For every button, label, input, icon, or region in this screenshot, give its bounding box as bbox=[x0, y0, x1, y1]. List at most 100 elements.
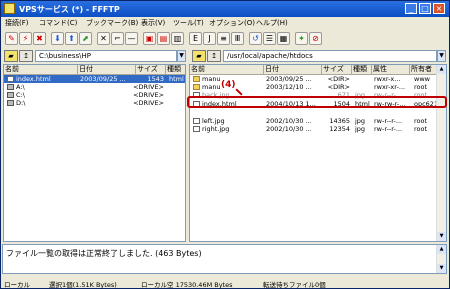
remote-up-icon[interactable]: ↥ bbox=[207, 50, 221, 62]
file-date: 2003/09/25 ... bbox=[80, 75, 126, 83]
local-file-list[interactable]: 名前 日付 サイズ 種類 index.html 2003/09/25 ... 1… bbox=[3, 64, 186, 242]
cut-icon[interactable]: ▣ bbox=[143, 32, 156, 45]
connect-icon[interactable]: ✎ bbox=[5, 32, 18, 45]
window-title: VPSサービス (*) - FFFTP bbox=[19, 5, 120, 14]
remote-path-input[interactable]: /usr/local/apache/htdocs bbox=[223, 50, 437, 62]
close-button[interactable]: × bbox=[433, 3, 445, 14]
remote-scrollbar[interactable]: ▲ ▼ bbox=[436, 65, 446, 241]
chevron-down-icon[interactable]: ▼ bbox=[177, 50, 186, 62]
minimize-button[interactable]: _ bbox=[405, 3, 417, 14]
file-size: 1543 bbox=[147, 75, 164, 83]
col-type[interactable]: 種類 bbox=[166, 65, 185, 74]
scroll-down-icon[interactable]: ▼ bbox=[437, 232, 446, 241]
menu-command[interactable]: コマンド(C) bbox=[39, 18, 77, 28]
log-scrollbar[interactable]: ▲ ▼ bbox=[436, 245, 446, 273]
app-window: VPSサービス (*) - FFFTP _ □ × 接続(F) コマンド(C) … bbox=[0, 0, 450, 289]
convert-icon[interactable]: ≡ bbox=[217, 32, 230, 45]
menu-options[interactable]: オプション(O) bbox=[209, 18, 255, 28]
list-item[interactable]: left.jpg 2002/10/30 ... 14365 jpg rw-r--… bbox=[190, 117, 446, 125]
file-name: index.html bbox=[16, 75, 51, 83]
file-attr: rw-r--r-... bbox=[374, 117, 403, 125]
col-size[interactable]: サイズ bbox=[136, 65, 166, 74]
menu-connect[interactable]: 接続(F) bbox=[5, 18, 29, 28]
file-name: left.jpg bbox=[202, 117, 225, 125]
file-type: html bbox=[169, 75, 184, 83]
remote-list-header: 名前 日付 サイズ 種類 属性 所有者 bbox=[190, 65, 446, 75]
menu-help[interactable]: ヘルプ(H) bbox=[256, 18, 288, 28]
rename-icon[interactable]: ⌐ bbox=[111, 32, 124, 45]
remote-path-row: ▰ ↥ /usr/local/apache/htdocs ▼ bbox=[192, 50, 446, 62]
paste-icon[interactable]: ▥ bbox=[171, 32, 184, 45]
col-size[interactable]: サイズ bbox=[322, 65, 352, 74]
remote-file-list[interactable]: 名前 日付 サイズ 種類 属性 所有者 manu 2003/09/25 ... … bbox=[189, 64, 447, 242]
delete-icon[interactable]: ✕ bbox=[97, 32, 110, 45]
status-queue: 転送待ちファイル0個 bbox=[263, 281, 326, 289]
file-date: 2002/10/30 ... bbox=[266, 125, 312, 133]
maximize-button[interactable]: □ bbox=[419, 3, 431, 14]
file-attr: rwxr-xr-... bbox=[374, 83, 406, 91]
file-size: 14365 bbox=[329, 117, 350, 125]
file-date: 2002/10/30 ... bbox=[266, 117, 312, 125]
local-up-icon[interactable]: ↥ bbox=[19, 50, 33, 62]
log-panel: ファイル一覧の取得は正常終了しました. (463 Bytes) ▲ ▼ bbox=[2, 244, 447, 274]
title-bar: VPSサービス (*) - FFFTP _ □ × bbox=[1, 1, 449, 17]
file-icon bbox=[7, 76, 14, 82]
annotation-label: (4) bbox=[221, 80, 236, 90]
scroll-up-icon[interactable]: ▲ bbox=[437, 245, 446, 254]
list-item[interactable]: index.html 2003/09/25 ... 1543 html bbox=[4, 75, 185, 83]
col-name[interactable]: 名前 bbox=[4, 65, 78, 74]
folder-icon bbox=[193, 84, 200, 90]
drive-icon bbox=[7, 84, 14, 90]
list-item[interactable]: C:\ <DRIVE> bbox=[4, 91, 185, 99]
mkdir-icon[interactable]: — bbox=[125, 32, 138, 45]
transfer-icon[interactable]: ⬈ bbox=[79, 32, 92, 45]
copy-icon[interactable]: ▤ bbox=[157, 32, 170, 45]
file-size: <DRIVE> bbox=[133, 91, 164, 99]
list-item[interactable]: A:\ <DRIVE> bbox=[4, 83, 185, 91]
col-type[interactable]: 種類 bbox=[352, 65, 372, 74]
status-location: ローカル bbox=[4, 281, 30, 289]
status-free-space: ローカル空 17530.46M Bytes bbox=[141, 281, 233, 289]
file-name: D:\ bbox=[16, 99, 26, 107]
col-date[interactable]: 日付 bbox=[78, 65, 136, 74]
ascii-mode-icon[interactable]: E bbox=[189, 32, 202, 45]
local-path-input[interactable]: C:\business\HP bbox=[35, 50, 177, 62]
file-size: <DIR> bbox=[327, 75, 350, 83]
app-icon bbox=[4, 3, 15, 14]
col-date[interactable]: 日付 bbox=[264, 65, 322, 74]
jis-mode-icon[interactable]: J bbox=[203, 32, 216, 45]
col-attr[interactable]: 属性 bbox=[372, 65, 410, 74]
quick-connect-icon[interactable]: ⚡ bbox=[19, 32, 32, 45]
drive-icon bbox=[7, 92, 14, 98]
list-item[interactable]: D:\ <DRIVE> bbox=[4, 99, 185, 107]
refresh-icon[interactable]: ↺ bbox=[249, 32, 262, 45]
remote-folder-icon[interactable]: ▰ bbox=[192, 50, 206, 62]
file-size: 12354 bbox=[329, 125, 350, 133]
list-item[interactable]: right.jpg 2002/10/30 ... 12354 jpg rw-r-… bbox=[190, 125, 446, 133]
status-bar: ローカル 選択1個(1.51K Bytes) ローカル空 17530.46M B… bbox=[1, 277, 449, 289]
sync-icon[interactable]: ✦ bbox=[295, 32, 308, 45]
list-view-icon[interactable]: ☰ bbox=[263, 32, 276, 45]
col-owner[interactable]: 所有者 bbox=[410, 65, 439, 74]
scroll-down-icon[interactable]: ▼ bbox=[437, 264, 446, 273]
menu-view[interactable]: 表示(V) bbox=[141, 18, 165, 28]
stop-icon[interactable]: ⊘ bbox=[309, 32, 322, 45]
disconnect-icon[interactable]: ✖ bbox=[33, 32, 46, 45]
kana-icon[interactable]: Ⅲ bbox=[231, 32, 244, 45]
chevron-down-icon[interactable]: ▼ bbox=[437, 50, 446, 62]
upload-icon[interactable]: ⬆ bbox=[65, 32, 78, 45]
col-name[interactable]: 名前 bbox=[190, 65, 264, 74]
scroll-up-icon[interactable]: ▲ bbox=[437, 65, 446, 74]
file-attr: rw-r--r-... bbox=[374, 125, 403, 133]
menu-tools[interactable]: ツール(T) bbox=[173, 18, 204, 28]
menu-bookmark[interactable]: ブックマーク(B) bbox=[86, 18, 138, 28]
local-path-row: ▰ ↥ C:\business\HP ▼ bbox=[4, 50, 186, 62]
detail-view-icon[interactable]: ▦ bbox=[277, 32, 290, 45]
local-folder-icon[interactable]: ▰ bbox=[4, 50, 18, 62]
download-icon[interactable]: ⬇ bbox=[51, 32, 64, 45]
drive-icon bbox=[7, 100, 14, 106]
file-size: <DRIVE> bbox=[133, 99, 164, 107]
file-date: 2003/09/25 ... bbox=[266, 75, 312, 83]
folder-icon bbox=[193, 76, 200, 82]
file-name: C:\ bbox=[16, 91, 25, 99]
